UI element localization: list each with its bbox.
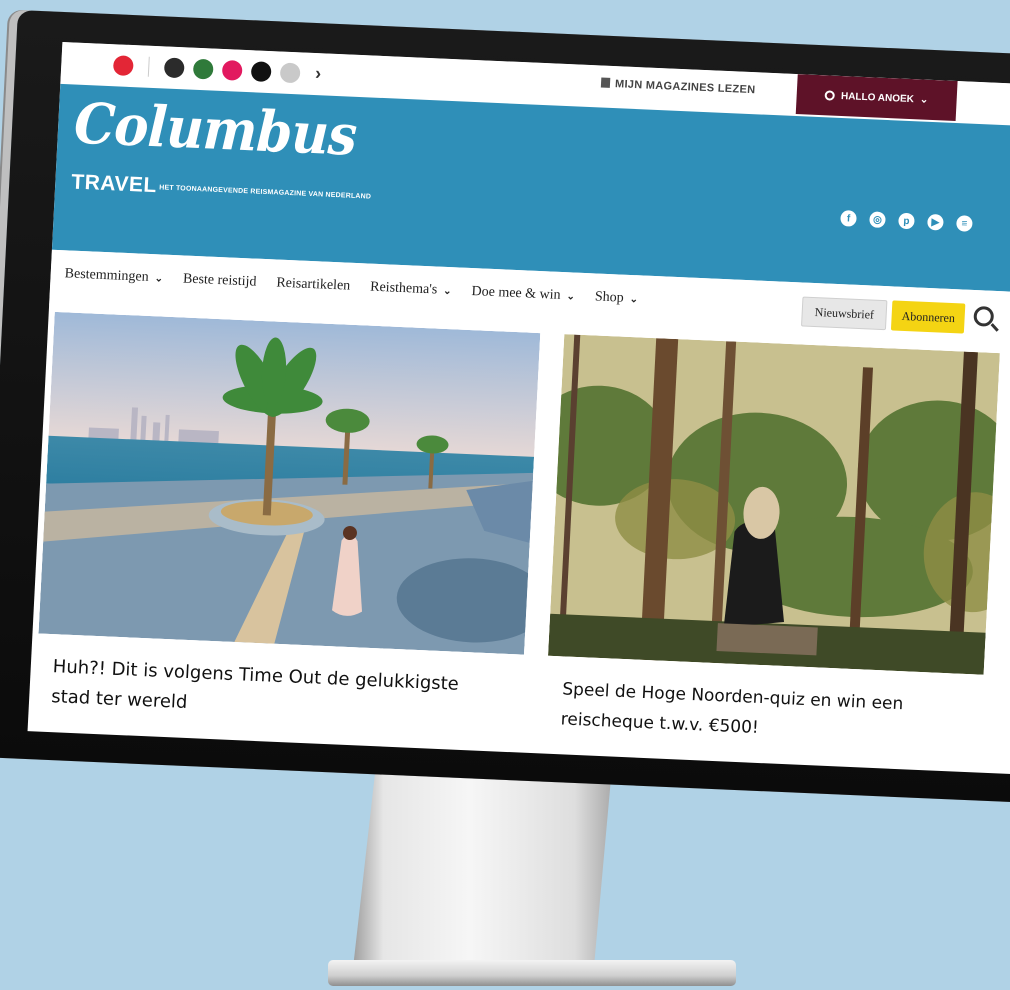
browser-screen: › MIJN MAGAZINES LEZEN HALLO ANOEK ⌄ Col…: [27, 41, 1010, 778]
nav-menu: Bestemmingen ⌄ Beste reistijd Reisartikelen…: [64, 266, 638, 307]
article-image-abu-dhabi[interactable]: [38, 311, 541, 655]
pinterest-icon[interactable]: p: [898, 212, 915, 230]
nav-item-beste-reistijd[interactable]: Beste reistijd: [183, 271, 257, 290]
facebook-icon[interactable]: f: [840, 210, 857, 227]
chevron-down-icon: ⌄: [442, 285, 452, 297]
h-brand-icon[interactable]: [163, 56, 185, 78]
nav-item-reisartikelen[interactable]: Reisartikelen: [276, 276, 351, 295]
pink-brand-icon[interactable]: [221, 59, 243, 81]
search-icon[interactable]: [973, 305, 995, 327]
seaside-promenade-photo: [38, 311, 541, 655]
my-magazines-label: MIJN MAGAZINES LEZEN: [614, 78, 756, 97]
article-card-quiz[interactable]: Speel de Hoge Noorden-quiz en win een re…: [544, 334, 1000, 753]
user-greeting: HALLO ANOEK: [840, 90, 915, 105]
nav-item-reisthema-s[interactable]: Reisthema's ⌄: [370, 280, 452, 300]
chevron-down-icon: ⌄: [919, 93, 929, 106]
brand-switcher: ›: [112, 54, 322, 84]
nav-item-label: Shop: [594, 289, 625, 306]
chevron-down-icon: ⌄: [154, 272, 164, 285]
spotify-icon[interactable]: ≡: [956, 215, 973, 232]
nav-item-doe-mee-win[interactable]: Doe mee & win ⌄: [471, 284, 575, 304]
newsletter-button[interactable]: Nieuwsbrief: [800, 296, 888, 331]
article-card-happiest-city[interactable]: Huh?! Dit is volgens Time Out de gelukki…: [34, 311, 541, 733]
article-image-forest[interactable]: [548, 334, 1000, 675]
chevron-down-icon: ⌄: [629, 293, 639, 305]
brand-separator: [147, 56, 150, 77]
social-links: f ◎ p ▶ ≡: [840, 210, 973, 232]
green-figure-icon[interactable]: [192, 58, 214, 80]
nav-item-label: Doe mee & win: [471, 284, 561, 303]
nav-item-label: Reisthema's: [369, 279, 438, 298]
site-logo[interactable]: Columbus: [73, 91, 358, 169]
user-icon: [824, 90, 836, 101]
nav-item-shop[interactable]: Shop ⌄: [594, 289, 638, 307]
instagram-icon[interactable]: ◎: [869, 211, 886, 229]
grey-brand-icon[interactable]: [279, 62, 301, 83]
site-tagline: HET TOONAANGEVENDE REISMAGAZINE VAN NEDE…: [159, 184, 372, 201]
nav-item-label: Bestemmingen: [64, 266, 150, 285]
nav-item-label: Reisartikelen: [276, 275, 351, 294]
my-magazines-link[interactable]: MIJN MAGAZINES LEZEN: [600, 77, 756, 97]
nav-item-bestemmingen[interactable]: Bestemmingen ⌄: [64, 266, 163, 286]
nav-item-label: Beste reistijd: [182, 271, 257, 290]
chevron-down-icon: ⌄: [566, 290, 576, 303]
monitor-bezel: › MIJN MAGAZINES LEZEN HALLO ANOEK ⌄ Col…: [0, 10, 1010, 806]
chevron-right-icon[interactable]: ›: [315, 63, 322, 84]
black-brand-icon[interactable]: [250, 60, 272, 82]
subscribe-button[interactable]: Abonneren: [890, 300, 966, 334]
account-menu-button[interactable]: HALLO ANOEK ⌄: [795, 74, 958, 122]
magazine-icon: [600, 77, 611, 88]
forest-photo: [548, 334, 1000, 675]
youtube-icon[interactable]: ▶: [927, 213, 944, 231]
red-ring-icon[interactable]: [112, 54, 134, 76]
logo-travel: TRAVEL: [70, 170, 158, 198]
monitor-base: [328, 960, 736, 986]
